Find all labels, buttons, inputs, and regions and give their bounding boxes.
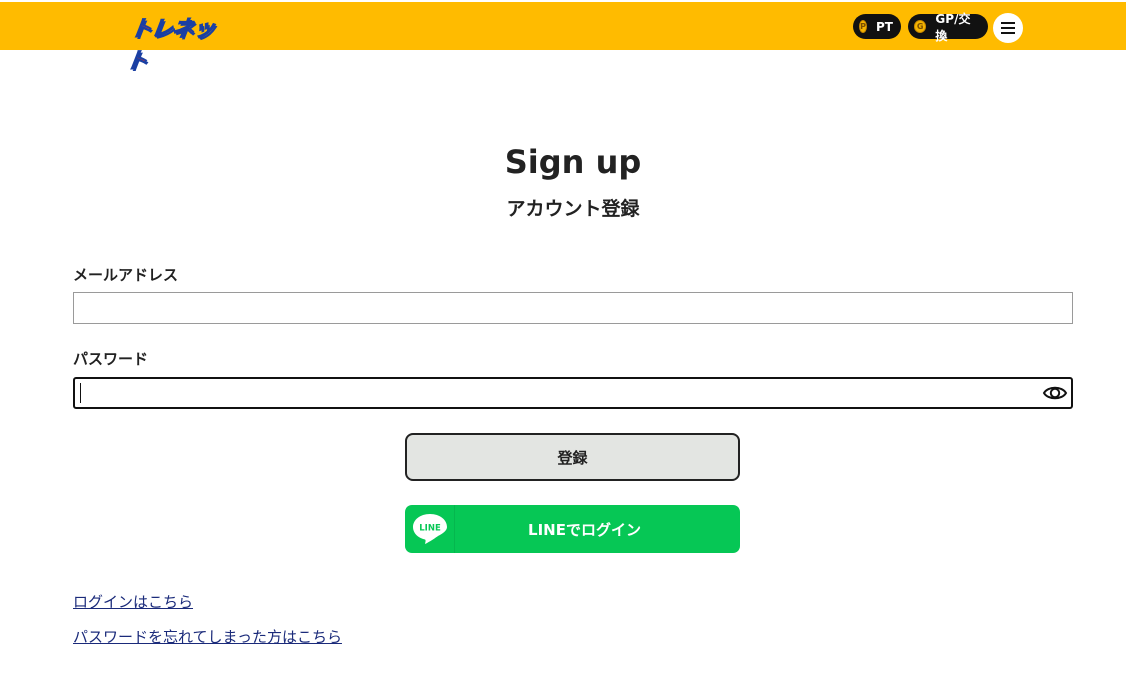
line-logo-icon: LINE [405, 505, 455, 553]
password-field[interactable] [73, 377, 1073, 409]
points-label: PT [876, 19, 893, 34]
hamburger-menu-icon [1001, 22, 1015, 24]
password-label: パスワード [73, 350, 149, 368]
register-button-label: 登録 [557, 448, 588, 467]
logo-text: トレネット [123, 17, 216, 75]
line-icon-text: LINE [419, 524, 441, 534]
email-field[interactable] [73, 292, 1073, 324]
points-coin-icon: P [859, 20, 868, 33]
email-label: メールアドレス [73, 266, 179, 284]
forgot-password-link[interactable]: パスワードを忘れてしまった方はこちら [73, 626, 342, 647]
page-subtitle: アカウント登録 [506, 198, 640, 220]
register-button[interactable]: 登録 [405, 433, 740, 481]
login-link[interactable]: ログインはこちら [73, 591, 193, 612]
gp-exchange-button[interactable]: G GP/交換 [908, 12, 988, 43]
page-title: Sign up [504, 143, 642, 181]
gp-coin-icon: G [914, 20, 927, 33]
menu-button[interactable] [993, 13, 1023, 43]
line-login-label: LINEでログイン [528, 520, 641, 539]
text-caret [80, 383, 81, 403]
points-button[interactable]: P PT [853, 14, 901, 39]
gp-exchange-label: GP/交換 [935, 11, 971, 43]
site-logo[interactable]: トレネット [123, 11, 224, 75]
eye-icon[interactable] [1042, 382, 1068, 404]
line-login-button[interactable]: LINE LINEでログイン [405, 505, 740, 553]
site-header: トレネット P PT G GP/交換 [0, 0, 1126, 75]
